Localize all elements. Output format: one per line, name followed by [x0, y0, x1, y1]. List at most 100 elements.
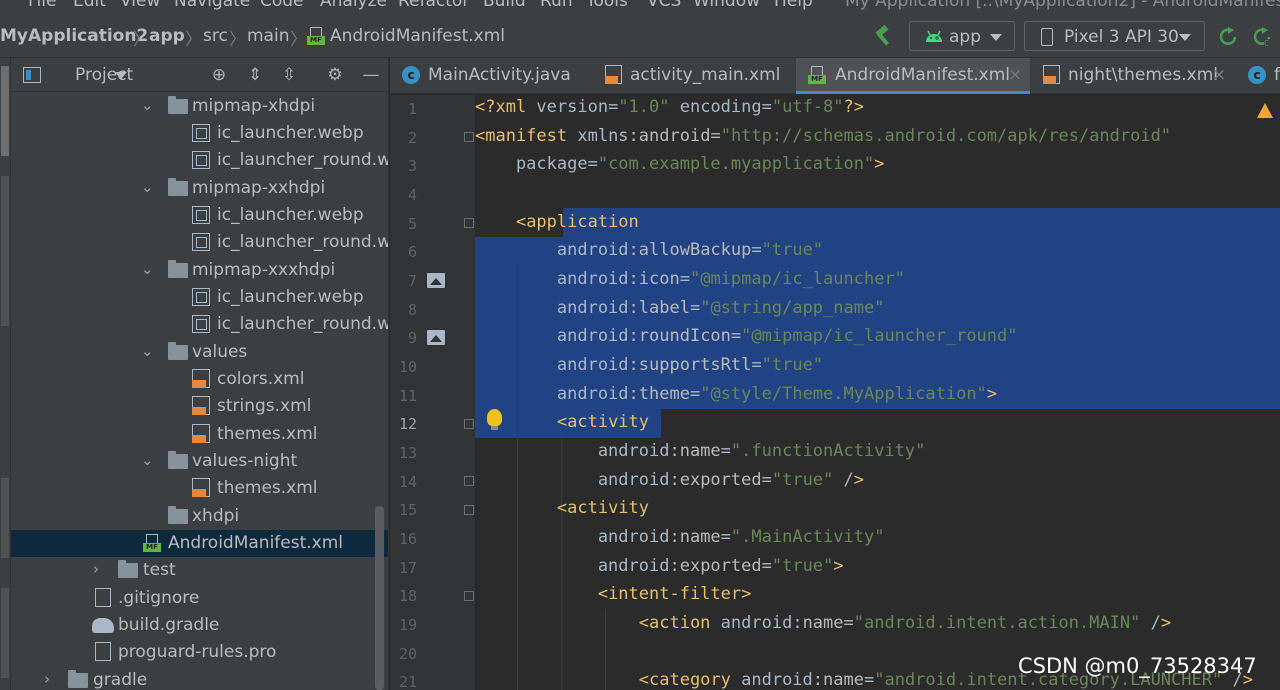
tree-item-xhdpi[interactable]: xhdpi [11, 503, 388, 530]
structure-tool-tab[interactable] [1, 478, 9, 558]
chevron-down-icon[interactable]: ⌄ [141, 342, 154, 360]
tab-main-activity[interactable]: c MainActivity.java [390, 58, 590, 94]
tree-item-gradle[interactable]: › gradle [11, 667, 388, 690]
tree-item-label: themes.xml [217, 424, 318, 444]
hammer-icon[interactable] [872, 24, 894, 47]
tree-item-mipmap-xhdpi[interactable]: ⌄ mipmap-xhdpi [11, 93, 388, 120]
fold-marker-icon[interactable] [464, 132, 474, 142]
line-number: 15 [398, 501, 417, 519]
tab-activity-main[interactable]: activity_main.xml [590, 58, 796, 94]
tree-item-ic-launcher[interactable]: ic_launcher.webp [11, 120, 388, 147]
chevron-down-icon[interactable]: ⌄ [141, 260, 154, 278]
tree-item-mipmap-xxxhdpi[interactable]: ⌄ mipmap-xxxhdpi [11, 257, 388, 284]
chevron-right-icon[interactable]: › [93, 560, 99, 578]
tree-item-strings-xml[interactable]: strings.xml [11, 393, 388, 420]
gear-icon[interactable]: ⚙ [325, 65, 345, 85]
menu-file[interactable]: File [28, 0, 56, 11]
chevron-right-icon: 〉 [229, 30, 246, 50]
close-icon[interactable]: × [1212, 65, 1226, 85]
locate-icon[interactable]: ⊕ [209, 65, 229, 85]
tree-item-mipmap-xxhdpi[interactable]: ⌄ mipmap-xxhdpi [11, 175, 388, 202]
chevron-down-icon[interactable]: ⌄ [141, 96, 154, 114]
menu-analyze[interactable]: Analyze [320, 0, 387, 11]
tree-item-ic-launcher-round[interactable]: ic_launcher_round.webp [11, 147, 388, 174]
phone-icon [1041, 28, 1053, 46]
menu-build[interactable]: Build [483, 0, 526, 11]
run-config-label: app [949, 27, 981, 47]
tree-item-ic-launcher[interactable]: ic_launcher.webp [11, 284, 388, 311]
fold-marker-icon[interactable] [464, 591, 474, 601]
menu-help[interactable]: Help [774, 0, 813, 11]
code-line: <action android:name="android.intent.act… [638, 613, 1172, 633]
breadcrumb-file[interactable]: AndroidManifest.xml [330, 26, 505, 46]
watermark-text: CSDN @m0_73528347 [1018, 654, 1257, 678]
favorites-tool-tab[interactable] [1, 588, 9, 678]
tree-item-themes-xml[interactable]: themes.xml [11, 475, 388, 502]
run-config-selector[interactable]: app [909, 21, 1015, 51]
tree-item-gitignore[interactable]: .gitignore [11, 585, 388, 612]
expand-all-icon[interactable]: ⇕ [245, 65, 265, 85]
fold-marker-icon[interactable] [464, 505, 474, 515]
close-icon[interactable]: × [1008, 65, 1022, 85]
tab-night-themes[interactable]: night\themes.xml × [1030, 58, 1232, 94]
tab-label: MainActivity.java [428, 65, 571, 85]
menu-vcs[interactable]: VCS [647, 0, 681, 11]
chevron-down-icon[interactable]: ⌄ [141, 178, 154, 196]
menu-tools[interactable]: Tools [586, 0, 628, 11]
chevron-down-icon [990, 34, 1002, 41]
tree-item-values-night[interactable]: ⌄ values-night [11, 448, 388, 475]
tree-item-ic-launcher-round[interactable]: ic_launcher_round.webp [11, 229, 388, 256]
menu-refactor[interactable]: Refactor [398, 0, 469, 11]
menu-view[interactable]: View [120, 0, 160, 11]
navigation-bar: MyApplication2 〉 app 〉 src 〉 main 〉 MF A… [0, 14, 1280, 58]
menu-navigate[interactable]: Navigate [174, 0, 250, 11]
xml-file-icon [192, 369, 210, 388]
warning-icon[interactable] [1257, 103, 1273, 118]
breadcrumb-src[interactable]: src [203, 26, 228, 46]
tree-item-label: xhdpi [192, 506, 240, 526]
menu-edit[interactable]: Edit [73, 0, 106, 11]
chevron-right-icon[interactable]: › [44, 670, 50, 688]
tab-function-activity[interactable]: c f [1232, 58, 1280, 94]
tree-item-values[interactable]: ⌄ values [11, 339, 388, 366]
project-panel: Project ⊕ ⇕ ⇳ ⚙ — ⌄ mipmap-xhdpi ic_laun… [11, 58, 389, 690]
tree-item-colors-xml[interactable]: colors.xml [11, 366, 388, 393]
project-view-icon [23, 67, 41, 83]
fold-marker-icon[interactable] [464, 419, 474, 429]
tab-android-manifest[interactable]: MF AndroidManifest.xml × [796, 58, 1030, 94]
breadcrumb-main[interactable]: main [247, 26, 289, 46]
breadcrumb-app[interactable]: app [149, 26, 185, 46]
menu-code[interactable]: Code [260, 0, 304, 11]
breadcrumb-project[interactable]: MyApplication2 [0, 26, 148, 46]
device-selector[interactable]: Pixel 3 API 30 [1024, 21, 1205, 51]
tree-item-build-gradle[interactable]: build.gradle [11, 612, 388, 639]
image-file-icon [192, 288, 210, 306]
fold-marker-icon[interactable] [464, 218, 474, 228]
tree-item-themes-xml[interactable]: themes.xml [11, 421, 388, 448]
chevron-down-icon[interactable] [115, 72, 127, 79]
chevron-down-icon[interactable]: ⌄ [141, 451, 154, 469]
menu-run[interactable]: Run [540, 0, 573, 11]
apply-changes-icon[interactable] [1218, 27, 1240, 47]
fold-marker-icon[interactable] [464, 476, 474, 486]
hide-icon[interactable]: — [361, 65, 381, 85]
collapse-all-icon[interactable]: ⇳ [279, 65, 299, 85]
xml-file-icon [605, 65, 622, 84]
menu-window[interactable]: Window [693, 0, 760, 11]
project-scrollbar[interactable] [375, 506, 384, 690]
folder-icon [168, 506, 188, 524]
tree-item-ic-launcher-round[interactable]: ic_launcher_round.webp [11, 311, 388, 338]
tree-item-android-manifest[interactable]: MF AndroidManifest.xml [11, 530, 388, 557]
tree-item-test[interactable]: › test [11, 557, 388, 584]
line-number: 19 [398, 616, 417, 634]
tree-item-ic-launcher[interactable]: ic_launcher.webp [11, 202, 388, 229]
apply-code-changes-icon[interactable]: C [1252, 27, 1274, 48]
code-editor[interactable]: 1 2 3 4 5 6 7 8 9 10 11 12 13 14 15 16 1… [390, 95, 1280, 690]
resource-manager-tool-tab[interactable] [1, 176, 9, 326]
image-preview-icon[interactable] [427, 330, 445, 345]
project-tool-tab[interactable] [1, 66, 9, 156]
code-line: package="com.example.myapplication"> [475, 154, 885, 174]
line-number: 16 [398, 530, 417, 548]
image-preview-icon[interactable] [427, 273, 445, 288]
tree-item-proguard-rules[interactable]: proguard-rules.pro [11, 639, 388, 666]
